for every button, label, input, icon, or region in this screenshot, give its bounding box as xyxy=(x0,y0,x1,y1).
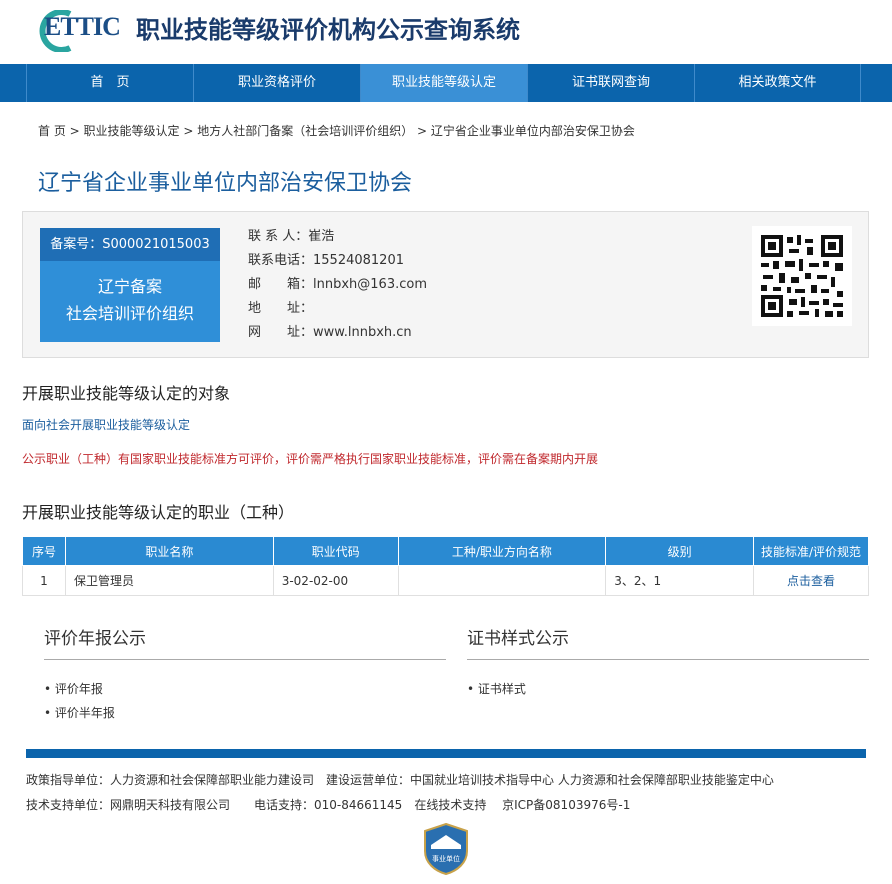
org-info-box: 备案号：S000021015003 辽宁备案 社会培训评价组织 联 系 人：崔浩… xyxy=(22,211,869,358)
contact-phone: 15524081201 xyxy=(313,253,404,268)
contact-info: 联 系 人：崔浩 联系电话：15524081201 邮 箱：lnnbxh@163… xyxy=(248,229,428,340)
col-level: 级别 xyxy=(605,536,755,566)
breadcrumb-skill-recognition[interactable]: 职业技能等级认定 xyxy=(84,124,180,138)
footer-divider xyxy=(26,749,866,758)
scope-text: 面向社会开展职业技能等级认定 xyxy=(22,418,191,432)
view-standard-link[interactable]: 点击查看 xyxy=(753,565,869,596)
contact-person: 崔浩 xyxy=(308,229,335,244)
contact-website[interactable]: www.lnnbxh.cn xyxy=(313,325,412,340)
certificate-style-link[interactable]: • 证书样式 xyxy=(467,677,869,701)
site-header: ETTIC 职业技能等级评价机构公示查询系统 xyxy=(0,0,892,64)
nav-skill-level-recognition[interactable]: 职业技能等级认定 xyxy=(360,64,527,102)
scope-heading: 开展职业技能等级认定的对象 xyxy=(22,384,231,403)
logo-text: ETTIC xyxy=(44,12,121,41)
cell-level: 3、2、1 xyxy=(605,565,755,596)
col-no: 序号 xyxy=(22,536,66,566)
col-name: 职业名称 xyxy=(64,536,274,566)
occupations-heading: 开展职业技能等级认定的职业（工种） xyxy=(22,503,295,522)
col-direction: 工种/职业方向名称 xyxy=(397,536,607,566)
semiannual-report-link[interactable]: • 评价半年报 xyxy=(44,701,446,725)
site-title: 职业技能等级评价机构公示查询系统 xyxy=(136,16,520,44)
certificate-heading: 证书样式公示 xyxy=(467,624,869,660)
annual-report-section: 评价年报公示 • 评价年报 • 评价半年报 xyxy=(44,624,446,725)
nav-home[interactable]: 首 页 xyxy=(26,64,193,102)
cell-no: 1 xyxy=(22,565,66,596)
col-code: 职业代码 xyxy=(272,536,399,566)
footer-line-2: 技术支持单位：网鼎明天科技有限公司 电话支持：010-84661145 在线技术… xyxy=(26,798,631,812)
org-title: 辽宁省企业事业单位内部治安保卫协会 xyxy=(38,171,413,196)
certificate-section: 证书样式公示 • 证书样式 xyxy=(467,624,869,701)
record-number: 备案号：S000021015003 xyxy=(40,228,220,261)
breadcrumb: 首 页 > 职业技能等级认定 > 地方人社部门备案（社会培训评价组织） > 辽宁… xyxy=(38,124,635,138)
nav-certificate-query[interactable]: 证书联网查询 xyxy=(527,64,694,102)
public-institution-emblem-icon[interactable]: 事业单位 xyxy=(423,823,469,875)
emblem-label: 事业单位 xyxy=(432,854,460,863)
breadcrumb-local-record[interactable]: 地方人社部门备案（社会培训评价组织） xyxy=(197,124,413,138)
annual-report-heading: 评价年报公示 xyxy=(44,624,446,660)
footer-line-1: 政策指导单位：人力资源和社会保障部职业能力建设司 建设运营单位：中国就业培训技术… xyxy=(26,773,774,787)
badge-line-1: 辽宁备案 xyxy=(97,277,162,296)
cell-code: 3-02-02-00 xyxy=(272,565,399,596)
annual-report-link[interactable]: • 评价年报 xyxy=(44,677,446,701)
nav-policy-documents[interactable]: 相关政策文件 xyxy=(694,64,861,102)
table-header-row: 序号 职业名称 职业代码 工种/职业方向名称 级别 技能标准/评价规范 xyxy=(22,536,869,566)
record-badge: 备案号：S000021015003 辽宁备案 社会培训评价组织 xyxy=(40,228,220,342)
contact-email: lnnbxh@163.com xyxy=(313,277,428,292)
main-nav: 首 页 职业资格评价 职业技能等级认定 证书联网查询 相关政策文件 xyxy=(0,64,892,102)
qr-code-icon xyxy=(752,226,852,326)
occupations-table: 序号 职业名称 职业代码 工种/职业方向名称 级别 技能标准/评价规范 1 保卫… xyxy=(22,536,869,596)
col-standard: 技能标准/评价规范 xyxy=(753,536,869,566)
cell-name: 保卫管理员 xyxy=(64,565,274,596)
table-row: 1 保卫管理员 3-02-02-00 3、2、1 点击查看 xyxy=(22,565,869,596)
breadcrumb-current: 辽宁省企业事业单位内部治安保卫协会 xyxy=(430,124,635,138)
badge-line-2: 社会培训评价组织 xyxy=(65,304,194,323)
cell-direction xyxy=(397,565,607,596)
nav-qualification-evaluation[interactable]: 职业资格评价 xyxy=(193,64,360,102)
breadcrumb-home[interactable]: 首 页 xyxy=(38,124,66,138)
evaluation-notice: 公示职业（工种）有国家职业技能标准方可评价，评价需严格执行国家职业技能标准，评价… xyxy=(22,452,599,466)
